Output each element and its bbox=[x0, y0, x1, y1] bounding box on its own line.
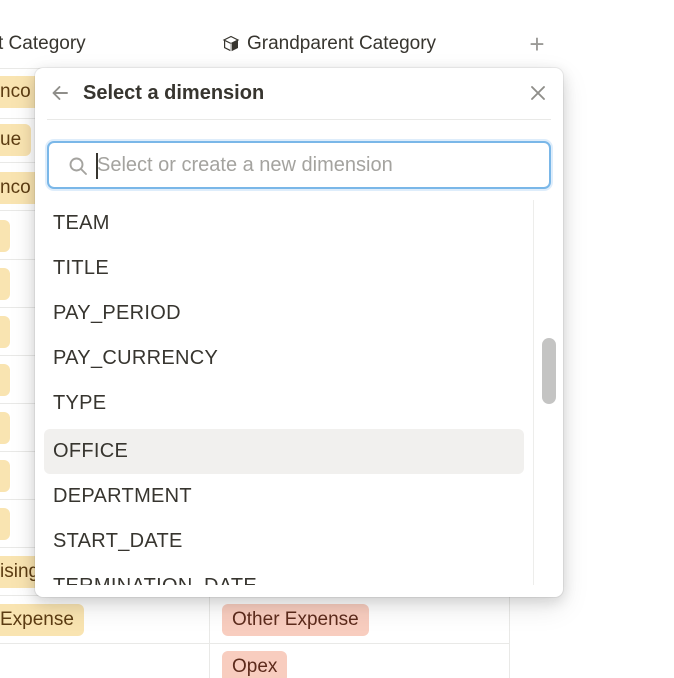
dimension-option[interactable]: START_DATE bbox=[44, 519, 524, 564]
column-header-grandparent-category[interactable]: Grandparent Category bbox=[222, 28, 436, 60]
popup-header: Select a dimension bbox=[35, 68, 563, 118]
category-tag[interactable] bbox=[0, 364, 10, 396]
grandparent-category-tag[interactable]: Other Expense bbox=[222, 604, 369, 636]
dimension-option[interactable]: TEAM bbox=[44, 201, 524, 246]
category-tag[interactable] bbox=[0, 508, 10, 540]
column-header-label: Grandparent Category bbox=[247, 33, 437, 54]
category-tag[interactable]: Expense bbox=[0, 604, 84, 636]
search-input[interactable] bbox=[97, 150, 537, 180]
scrollbar-track[interactable] bbox=[533, 200, 563, 585]
grandparent-category-tag[interactable]: Opex bbox=[222, 651, 288, 678]
back-button[interactable] bbox=[47, 80, 73, 106]
dimension-option-selected[interactable]: OFFICE bbox=[44, 429, 524, 474]
category-tag[interactable]: ue bbox=[0, 124, 32, 156]
close-icon bbox=[531, 86, 545, 100]
add-column-button[interactable]: + bbox=[526, 30, 548, 58]
category-tag[interactable] bbox=[0, 316, 10, 348]
dimension-option[interactable]: PAY_CURRENCY bbox=[44, 336, 524, 381]
stage: t Category Grandparent Category + nco ue… bbox=[0, 0, 674, 678]
search-icon bbox=[69, 157, 87, 175]
row-divider bbox=[0, 643, 510, 644]
dimension-option[interactable]: TERMINATION_DATE bbox=[44, 564, 524, 585]
header-divider bbox=[47, 119, 551, 120]
category-tag[interactable] bbox=[0, 460, 10, 492]
text-caret bbox=[96, 153, 98, 179]
dimension-option[interactable]: PAY_PERIOD bbox=[44, 291, 524, 336]
search-field[interactable] bbox=[47, 141, 551, 189]
select-dimension-popup: Select a dimension TEAM TITLE PAY_PERIOD… bbox=[35, 68, 563, 597]
category-tag[interactable] bbox=[0, 220, 10, 252]
popup-title: Select a dimension bbox=[83, 82, 265, 104]
category-tag[interactable] bbox=[0, 412, 10, 444]
dimension-option[interactable]: TYPE bbox=[44, 381, 524, 426]
scrollbar-thumb[interactable] bbox=[542, 338, 556, 404]
dimension-list: TEAM TITLE PAY_PERIOD PAY_CURRENCY TYPE … bbox=[35, 201, 563, 585]
column-header-label: t Category bbox=[0, 33, 86, 54]
dimension-option[interactable]: DEPARTMENT bbox=[44, 474, 524, 519]
dimension-option[interactable]: TITLE bbox=[44, 246, 524, 291]
close-button[interactable] bbox=[525, 80, 551, 106]
category-tag[interactable] bbox=[0, 268, 10, 300]
column-header-parent-category[interactable]: t Category bbox=[0, 28, 86, 60]
arrow-left-icon bbox=[52, 86, 68, 100]
cube-icon bbox=[222, 35, 240, 52]
